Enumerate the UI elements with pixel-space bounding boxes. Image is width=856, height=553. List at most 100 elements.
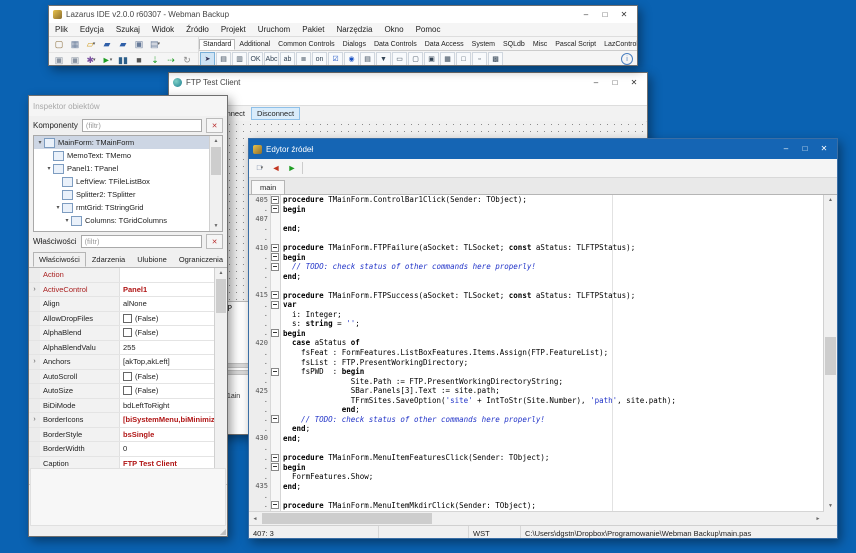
code-line[interactable]: 435end; bbox=[249, 481, 837, 491]
tree-scrollbar[interactable]: ▲ ▼ bbox=[209, 136, 222, 231]
build-mode-button[interactable]: ✱▾ bbox=[84, 54, 98, 66]
navigate-back-icon[interactable]: ◄ bbox=[269, 162, 283, 175]
tradiobutton-component[interactable]: ◉ bbox=[344, 52, 359, 66]
code-line[interactable]: . fsPWD : begin bbox=[249, 367, 837, 377]
tscrollbar-component[interactable]: ▭ bbox=[392, 52, 407, 66]
tpanel-component[interactable]: □ bbox=[456, 52, 471, 66]
property-value[interactable]: (False) bbox=[120, 328, 227, 337]
inspector-tab-zdarzenia[interactable]: Zdarzenia bbox=[86, 252, 131, 267]
navigate-forward-icon[interactable]: ► bbox=[285, 162, 299, 175]
tree-scrollbar-thumb[interactable] bbox=[211, 147, 221, 175]
fold-box-icon[interactable] bbox=[271, 368, 279, 376]
code-line[interactable]: 405procedure TMainForm.ControlBar1Click(… bbox=[249, 195, 837, 205]
line-number[interactable]: 410 bbox=[249, 244, 270, 252]
menu-item-okno[interactable]: Okno bbox=[378, 24, 409, 35]
property-value[interactable]: alNone bbox=[120, 299, 227, 308]
tree-expand-icon[interactable]: ▾ bbox=[36, 139, 44, 146]
line-number[interactable]: . bbox=[249, 473, 270, 481]
line-number[interactable]: 425 bbox=[249, 387, 270, 395]
line-number[interactable]: . bbox=[249, 358, 270, 366]
line-number[interactable]: . bbox=[249, 444, 270, 452]
tree-node-mainform[interactable]: ▾MainForm: TMainForm bbox=[34, 136, 222, 149]
palette-tab-common-controls[interactable]: Common Controls bbox=[274, 39, 338, 50]
code-line[interactable]: . bbox=[249, 443, 837, 453]
scroll-up-icon[interactable]: ▲ bbox=[215, 268, 227, 278]
code-line[interactable]: .begin bbox=[249, 462, 837, 472]
close-icon[interactable]: ✕ bbox=[615, 8, 633, 21]
fold-marker[interactable] bbox=[270, 415, 280, 423]
menu-item-widok[interactable]: Widok bbox=[146, 24, 180, 35]
palette-tab-misc[interactable]: Misc bbox=[529, 39, 551, 50]
palette-tab-sqldb[interactable]: SQLdb bbox=[499, 39, 529, 50]
property-row-autosize[interactable]: AutoSize(False) bbox=[29, 384, 227, 399]
editor-tab-main[interactable]: main bbox=[251, 180, 285, 194]
tradiogroup-component[interactable]: ▣ bbox=[424, 52, 439, 66]
code-line[interactable]: . // TODO: check status of other command… bbox=[249, 415, 837, 425]
maximize-icon[interactable]: □ bbox=[796, 143, 814, 156]
property-expand-icon[interactable]: › bbox=[29, 413, 40, 427]
menu-item-źródło[interactable]: Źródło bbox=[180, 24, 215, 35]
line-number[interactable]: 420 bbox=[249, 339, 270, 347]
minimize-icon[interactable]: – bbox=[587, 76, 605, 89]
tpopupmenu-component[interactable]: ▥ bbox=[232, 52, 247, 66]
property-value[interactable]: [akTop,akLeft] bbox=[120, 357, 227, 366]
lazarus-titlebar[interactable]: Lazarus IDE v2.0.0 r60307 - Webman Backu… bbox=[49, 6, 637, 23]
menu-item-plik[interactable]: Plik bbox=[49, 24, 74, 35]
property-row-autoscroll[interactable]: AutoScroll(False) bbox=[29, 370, 227, 385]
menu-item-pakiet[interactable]: Pakiet bbox=[296, 24, 330, 35]
checkbox-icon[interactable] bbox=[123, 328, 132, 337]
property-value[interactable]: (False) bbox=[120, 386, 227, 395]
property-row-bidimode[interactable]: BiDiModebdLeftToRight bbox=[29, 399, 227, 414]
new-page-button[interactable]: ▣ bbox=[52, 54, 66, 66]
line-number[interactable]: 415 bbox=[249, 291, 270, 299]
inspector-tab-ulubione[interactable]: Ulubione bbox=[131, 252, 173, 267]
fold-box-icon[interactable] bbox=[271, 301, 279, 309]
fold-marker[interactable] bbox=[270, 244, 280, 252]
tree-node-columns[interactable]: ▾Columns: TGridColumns bbox=[34, 214, 222, 227]
property-row-alphablend[interactable]: AlphaBlend(False) bbox=[29, 326, 227, 341]
tmemo-component[interactable]: ≣ bbox=[296, 52, 311, 66]
line-number[interactable]: 430 bbox=[249, 434, 270, 442]
line-number[interactable]: 435 bbox=[249, 482, 270, 490]
property-value[interactable]: bsSingle bbox=[120, 430, 227, 439]
code-line[interactable]: . end; bbox=[249, 405, 837, 415]
tree-expand-icon[interactable]: ▾ bbox=[45, 165, 53, 172]
tree-node-panel1[interactable]: ▾Panel1: TPanel bbox=[34, 162, 222, 175]
maximize-icon[interactable]: □ bbox=[606, 76, 624, 89]
property-value[interactable]: FTP Test Client bbox=[120, 459, 227, 468]
minimize-icon[interactable]: – bbox=[577, 8, 595, 21]
property-grid-scrollbar[interactable]: ▲ ▼ bbox=[214, 268, 227, 484]
property-scrollbar-thumb[interactable] bbox=[216, 279, 226, 313]
checkbox-icon[interactable] bbox=[123, 386, 132, 395]
line-number[interactable]: . bbox=[249, 501, 270, 509]
menu-item-projekt[interactable]: Projekt bbox=[215, 24, 252, 35]
code-line[interactable]: . bbox=[249, 491, 837, 501]
line-number[interactable]: 405 bbox=[249, 196, 270, 204]
line-number[interactable]: . bbox=[249, 415, 270, 423]
code-line[interactable]: 420 case aStatus of bbox=[249, 338, 837, 348]
line-number[interactable]: . bbox=[249, 282, 270, 290]
components-filter-input[interactable]: (filtr) bbox=[82, 119, 202, 132]
scroll-up-icon[interactable]: ▲ bbox=[824, 195, 837, 205]
code-line[interactable]: .procedure TMainForm.MenuItemFeaturesCli… bbox=[249, 453, 837, 463]
fold-box-icon[interactable] bbox=[271, 501, 279, 509]
scroll-right-icon[interactable]: ► bbox=[812, 512, 824, 525]
code-editor-area[interactable]: 405procedure TMainForm.ControlBar1Click(… bbox=[249, 195, 837, 511]
property-row-borderstyle[interactable]: BorderStylebsSingle bbox=[29, 428, 227, 443]
line-number[interactable]: . bbox=[249, 329, 270, 337]
code-line[interactable]: . fsList : FTP.PresentWorkingDirectory; bbox=[249, 357, 837, 367]
step-over-button[interactable]: ⇢ bbox=[164, 54, 178, 66]
editor-vscrollbar-thumb[interactable] bbox=[825, 337, 836, 375]
fold-box-icon[interactable] bbox=[271, 196, 279, 204]
line-number[interactable]: . bbox=[249, 310, 270, 318]
property-value[interactable]: Panel1 bbox=[120, 285, 227, 294]
code-line[interactable]: . i: Integer; bbox=[249, 310, 837, 320]
code-line[interactable]: . TFrmSites.SaveOption('site' + IntToStr… bbox=[249, 395, 837, 405]
code-line[interactable]: .begin bbox=[249, 329, 837, 339]
tbutton-component[interactable]: OK bbox=[248, 52, 263, 66]
code-line[interactable]: . s: string = ''; bbox=[249, 319, 837, 329]
tedit-component[interactable]: ab bbox=[280, 52, 295, 66]
code-line[interactable]: . // TODO: check status of other command… bbox=[249, 262, 837, 272]
tlabel-component[interactable]: Abc bbox=[264, 52, 279, 66]
line-number[interactable]: . bbox=[249, 253, 270, 261]
